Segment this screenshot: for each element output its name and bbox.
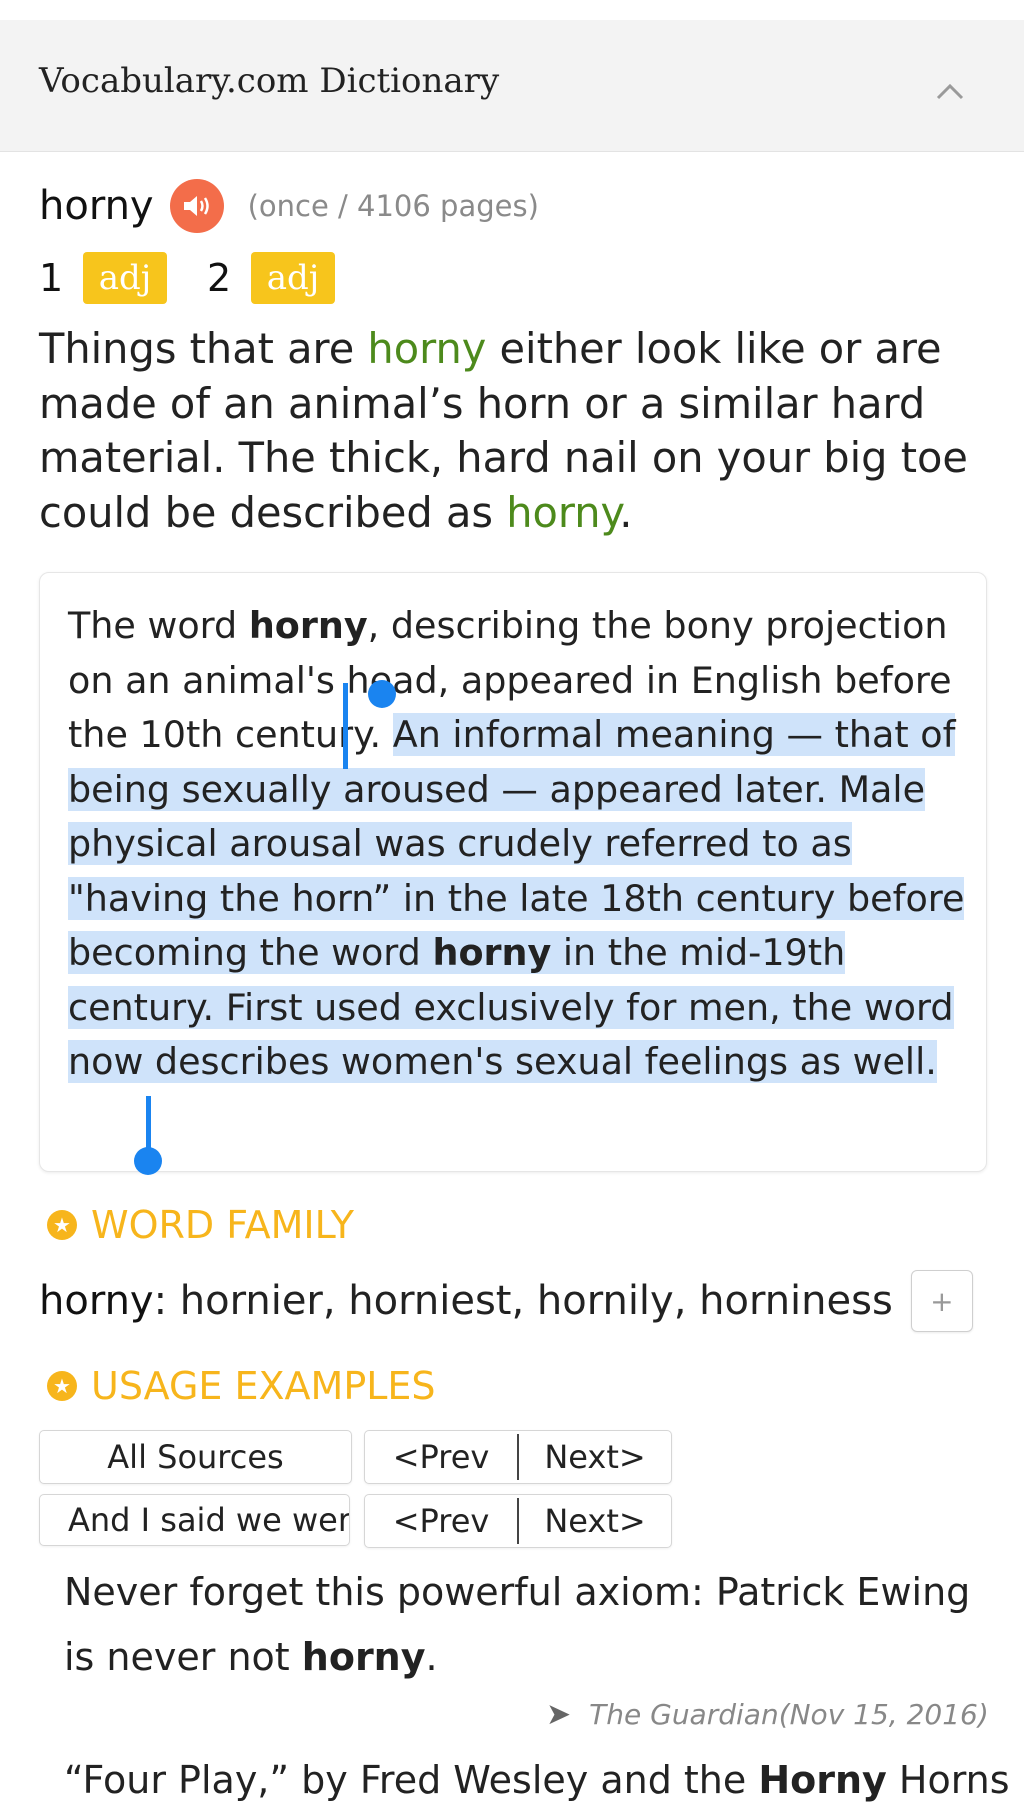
source-filter-select[interactable]: All Sources xyxy=(39,1430,352,1484)
sense-pos-badge[interactable]: adj xyxy=(83,252,167,304)
long-definition-card: The word horny, describing the bony proj… xyxy=(39,572,987,1172)
selection-start-handle[interactable] xyxy=(343,683,348,769)
top-gap xyxy=(0,0,1024,20)
example-text: . xyxy=(425,1635,438,1679)
example-source[interactable]: ➤ The Guardian(Nov 15, 2016) xyxy=(546,1697,989,1732)
sense-number: 2 xyxy=(207,256,232,300)
selection-start-knob[interactable] xyxy=(368,680,396,708)
selection-end-knob[interactable] xyxy=(134,1147,162,1175)
headword: horny xyxy=(39,183,154,229)
arrow-right-icon: ➤ xyxy=(546,1697,572,1732)
next-source-button[interactable]: Next> xyxy=(519,1438,671,1476)
example-text: “Four Play,” by Fred Wesley and the xyxy=(64,1758,759,1802)
sentence-nav: <Prev Next> xyxy=(364,1494,672,1548)
family-forms: : hornier, horniest, hornily, horniness xyxy=(153,1278,893,1324)
section-heading-label: WORD FAMILY xyxy=(91,1203,354,1247)
bold-word: Horny xyxy=(758,1758,887,1802)
header-title: Vocabulary.com Dictionary xyxy=(39,61,500,101)
source-nav: <Prev Next> xyxy=(364,1430,672,1484)
frequency-label: (once / 4106 pages) xyxy=(247,189,539,223)
short-definition: Things that are horny either look like o… xyxy=(39,322,989,540)
sense-number: 1 xyxy=(39,256,64,300)
word-family-row: horny : hornier, horniest, hornily, horn… xyxy=(39,1270,973,1332)
senses-row: 1 adj 2 adj xyxy=(39,252,375,304)
dictionary-header[interactable]: Vocabulary.com Dictionary xyxy=(0,20,1024,152)
section-heading-label: USAGE EXAMPLES xyxy=(91,1364,436,1408)
highlighted-word: horny xyxy=(367,324,487,373)
usage-example: Never forget this powerful axiom: Patric… xyxy=(64,1560,994,1690)
usage-examples-heading: ★ USAGE EXAMPLES xyxy=(47,1364,436,1408)
word-family-heading: ★ WORD FAMILY xyxy=(47,1203,354,1247)
long-def-text: The word xyxy=(68,604,249,647)
example-text: Horns xyxy=(886,1758,1010,1802)
bold-word: horny xyxy=(301,1635,426,1679)
short-def-text: . xyxy=(619,487,633,537)
headword-row: horny (once / 4106 pages) xyxy=(39,176,539,236)
speaker-icon[interactable] xyxy=(169,179,224,233)
sense-pos-badge[interactable]: adj xyxy=(251,252,335,304)
prev-source-button[interactable]: <Prev xyxy=(365,1438,517,1476)
long-definition[interactable]: The word horny, describing the bony proj… xyxy=(68,599,968,1090)
sentence-select[interactable]: And I said we were xyxy=(39,1494,350,1546)
prev-sentence-button[interactable]: <Prev xyxy=(365,1502,517,1540)
star-icon: ★ xyxy=(47,1210,77,1240)
next-sentence-button[interactable]: Next> xyxy=(519,1502,671,1540)
bold-word: horny xyxy=(432,931,552,974)
source-label: The Guardian(Nov 15, 2016) xyxy=(589,1698,989,1731)
family-headword: horny xyxy=(39,1278,154,1324)
highlighted-word: horny xyxy=(506,487,620,537)
star-icon: ★ xyxy=(47,1371,77,1401)
add-to-list-button[interactable]: + xyxy=(910,1270,973,1332)
bold-word: horny xyxy=(248,604,368,647)
usage-example: “Four Play,” by Fred Wesley and the Horn… xyxy=(64,1750,1024,1810)
chevron-up-icon[interactable] xyxy=(930,76,970,106)
short-def-text: Things that are xyxy=(39,324,368,373)
example-text: Never forget this powerful axiom: Patric… xyxy=(64,1570,971,1679)
